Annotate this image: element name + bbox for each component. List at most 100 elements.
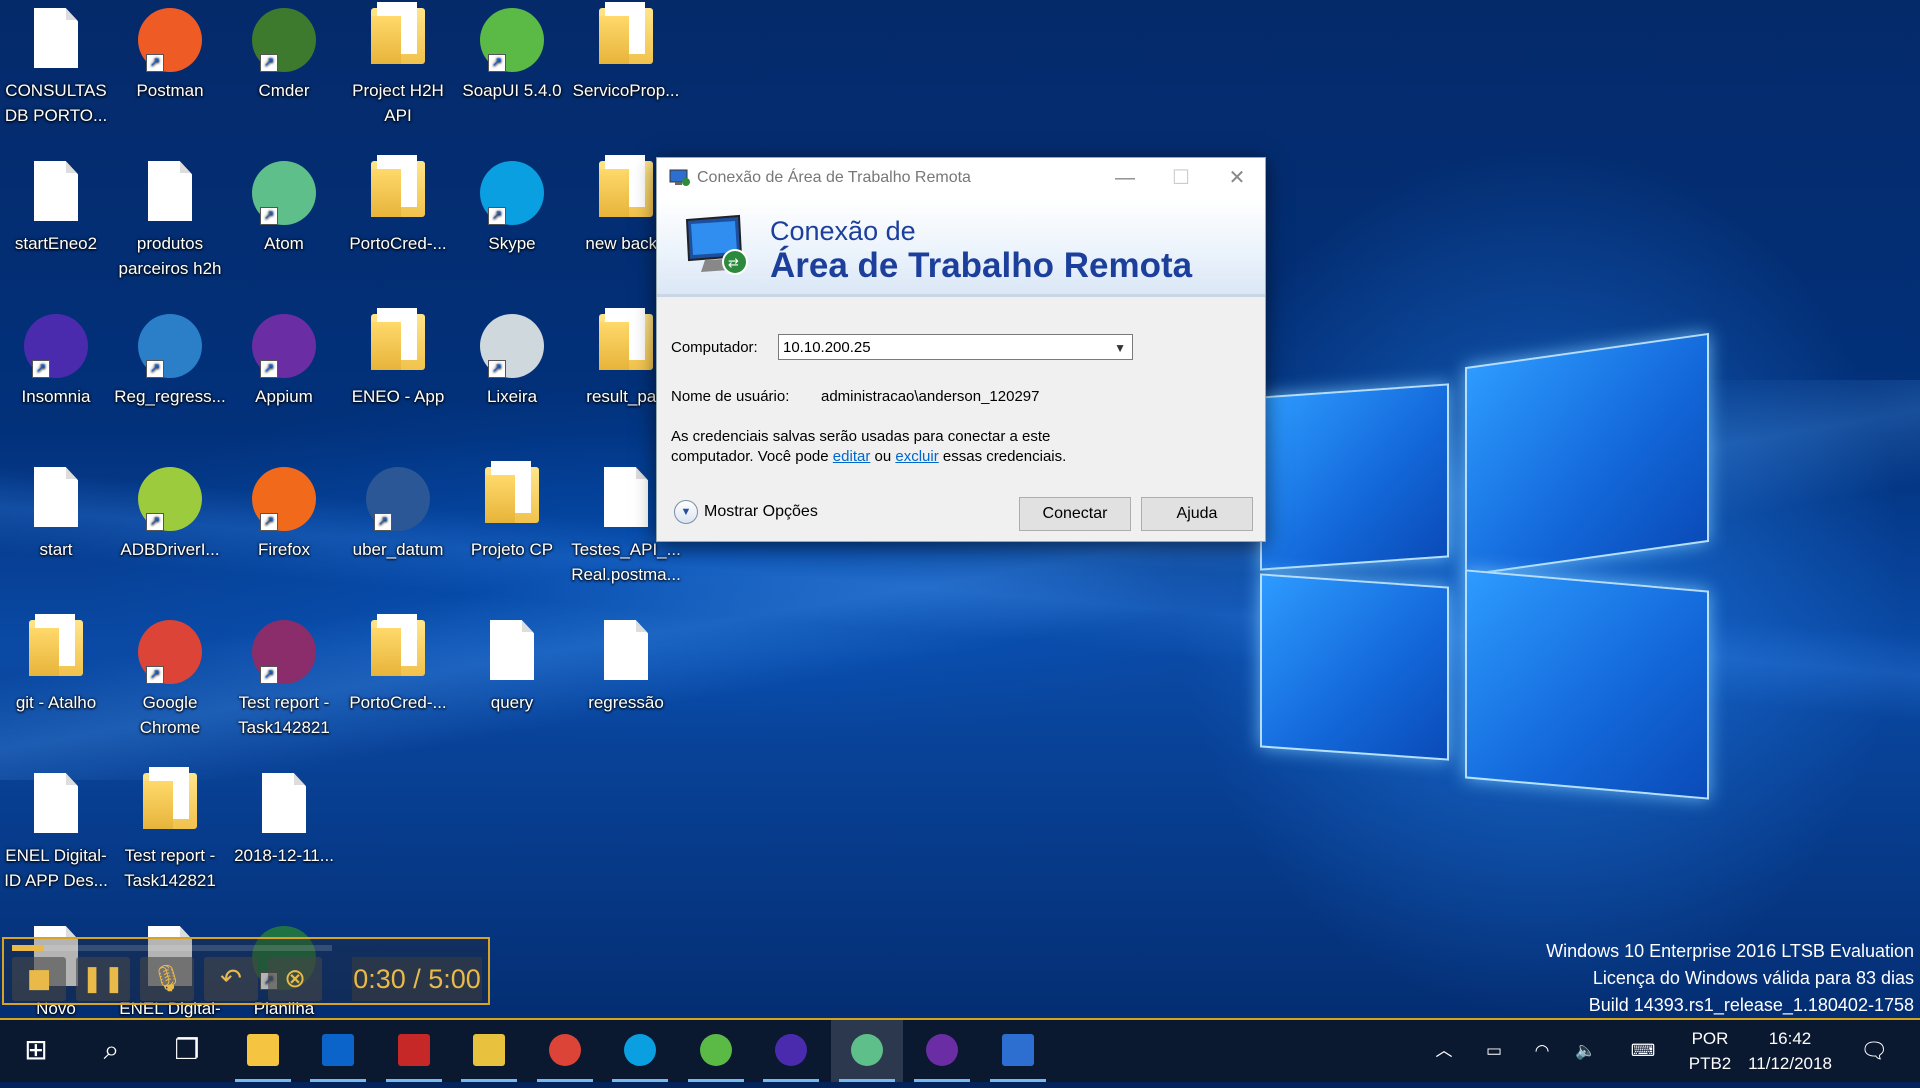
pause-button[interactable]: ❚❚ <box>76 957 130 1001</box>
battery-icon[interactable]: ▭ <box>1476 1020 1512 1082</box>
desktop-icon[interactable]: ↗ Postman <box>114 4 226 103</box>
document-icon <box>24 161 88 225</box>
chrome-icon <box>548 1034 581 1066</box>
desktop-icon[interactable]: ↗ Lixeira <box>456 310 568 409</box>
minimize-button[interactable]: — <box>1097 162 1153 194</box>
shortcut-arrow-icon: ↗ <box>260 666 278 684</box>
desktop-icon[interactable]: query <box>456 616 568 715</box>
taskbar-button[interactable]: ❐ <box>151 1020 223 1082</box>
desktop-icon[interactable]: start <box>0 463 112 562</box>
desktop-icon[interactable]: ServicoProp... <box>570 2 682 103</box>
desktop-icon[interactable]: Project H2H API <box>342 2 454 128</box>
desktop-icon[interactable]: ↗ Cmder <box>228 4 340 103</box>
desktop-icon[interactable]: ↗ Atom <box>228 157 340 256</box>
maximize-button[interactable]: ☐ <box>1153 162 1209 194</box>
computer-label: Computador: <box>671 339 758 356</box>
document-icon <box>594 620 658 684</box>
desktop-icon[interactable]: ENEL Digital- ID APP Des... <box>0 769 112 893</box>
desktop-icon-label: startEneo2 <box>14 234 98 253</box>
desktop-icon[interactable]: CONSULTAS DB PORTO... <box>0 4 112 128</box>
taskbar-button[interactable] <box>227 1020 299 1082</box>
taskbar-button[interactable] <box>906 1020 978 1082</box>
desktop-icon-label: uber_datum <box>352 540 444 559</box>
running-indicator <box>914 1079 970 1082</box>
app-icon: ↗ <box>24 314 88 378</box>
app-icon: ↗ <box>252 467 316 531</box>
desktop-icon[interactable]: ↗ Test report - Task142821 <box>228 616 340 740</box>
desktop-icon[interactable]: Projeto CP <box>456 461 568 562</box>
network-icon[interactable]: ◠ <box>1524 1020 1560 1082</box>
edit-credentials-link[interactable]: editar <box>833 448 871 465</box>
shortcut-arrow-icon: ↗ <box>260 360 278 378</box>
insomnia-icon <box>775 1034 807 1066</box>
desktop-icon[interactable]: Test report - Task142821 <box>114 767 226 893</box>
taskbar-button[interactable] <box>529 1020 601 1082</box>
shortcut-arrow-icon: ↗ <box>488 54 506 72</box>
desktop-icon-label: PortoCred-... <box>349 234 447 253</box>
app-icon: ↗ <box>138 314 202 378</box>
keyboard-icon[interactable]: ⌨ <box>1620 1020 1666 1082</box>
desktop-icon[interactable]: ↗ Reg_regress... <box>114 310 226 409</box>
desktop-icon-label: 2018-12-11... <box>234 846 334 865</box>
shortcut-arrow-icon: ↗ <box>260 513 278 531</box>
taskbar-button[interactable] <box>982 1020 1054 1082</box>
desktop-icon-label: ENEO - App <box>351 387 445 406</box>
taskbar-button[interactable] <box>604 1020 676 1082</box>
desktop-icon-label: git - Atalho <box>15 693 97 712</box>
recording-progress-bar <box>12 945 332 951</box>
desktop-icon[interactable]: ↗ Google Chrome <box>114 616 226 740</box>
stop-record-button[interactable]: ■ <box>12 957 66 1001</box>
taskbar-button[interactable] <box>755 1020 827 1082</box>
language-line-2: PTB2 <box>1688 1054 1732 1073</box>
desktop-icon[interactable]: ↗ Skype <box>456 157 568 256</box>
microphone-button[interactable]: 🎙 <box>140 957 194 1001</box>
desktop-icon[interactable]: ↗ ADBDriverI... <box>114 463 226 562</box>
taskbar-button[interactable] <box>302 1020 374 1082</box>
desktop-icon[interactable]: produtos parceiros h2h <box>114 157 226 281</box>
app-icon: ↗ <box>252 314 316 378</box>
atom-icon <box>850 1034 883 1066</box>
cancel-record-button[interactable]: ⊗ <box>268 957 322 1001</box>
desktop-icon[interactable]: ENEO - App <box>342 308 454 409</box>
desktop-icon-label: Cmder <box>258 81 310 100</box>
close-button[interactable]: ✕ <box>1209 162 1265 194</box>
desktop-icon[interactable]: 2018-12-11... <box>228 769 340 868</box>
taskbar-button[interactable]: ⌕ <box>76 1020 148 1082</box>
info-text-2: computador. Você pode <box>671 448 829 465</box>
desktop-icon-label: Test report - Task142821 <box>238 693 330 737</box>
taskbar-button[interactable] <box>378 1020 450 1082</box>
computer-combobox[interactable]: 10.10.200.25 ▼ <box>778 334 1133 360</box>
desktop-icon[interactable]: git - Atalho <box>0 614 112 715</box>
taskbar-button[interactable] <box>830 1020 903 1082</box>
clock[interactable]: 16:42 11/12/2018 <box>1740 1020 1840 1088</box>
delete-credentials-link[interactable]: excluir <box>895 448 938 465</box>
app-icon: ↗ <box>252 161 316 225</box>
taskbar-button[interactable]: ⊞ <box>0 1020 72 1082</box>
clock-time: 16:42 <box>1768 1029 1812 1048</box>
notifications-icon[interactable]: 🗨 <box>1848 1020 1900 1082</box>
desktop-icon[interactable]: regressão <box>570 616 682 715</box>
connect-button[interactable]: Conectar <box>1019 497 1131 531</box>
desktop-icon[interactable]: startEneo2 <box>0 157 112 256</box>
dialog-titlebar[interactable]: Conexão de Área de Trabalho Remota — ☐ ✕ <box>657 158 1265 198</box>
desktop-icon[interactable]: ↗ Insomnia <box>0 310 112 409</box>
volume-icon[interactable]: 🔈 <box>1568 1020 1604 1082</box>
desktop-icon-label: Test report - Task142821 <box>124 846 216 890</box>
taskbar-button[interactable] <box>453 1020 525 1082</box>
desktop-icon[interactable]: PortoCred-... <box>342 155 454 256</box>
show-options-toggle[interactable]: ▼ Mostrar Opções <box>674 500 818 524</box>
desktop-icon[interactable]: ↗ uber_datum <box>342 463 454 562</box>
banner-line-1: Conexão de <box>770 216 916 246</box>
desktop-icon[interactable]: PortoCred-... <box>342 614 454 715</box>
language-indicator[interactable]: POR PTB2 <box>1680 1020 1740 1088</box>
desktop-icon-label: Atom <box>264 234 304 253</box>
taskbar-button[interactable] <box>680 1020 752 1082</box>
expand-arrow-icon[interactable]: ▼ <box>674 500 698 524</box>
tray-overflow-icon[interactable]: ︿ <box>1424 1020 1464 1082</box>
desktop-icon[interactable]: ↗ SoapUI 5.4.0 <box>456 4 568 103</box>
undo-button[interactable]: ↶ <box>204 957 258 1001</box>
help-button[interactable]: Ajuda <box>1141 497 1253 531</box>
chevron-down-icon[interactable]: ▼ <box>1114 335 1126 361</box>
desktop-icon[interactable]: ↗ Appium <box>228 310 340 409</box>
desktop-icon[interactable]: ↗ Firefox <box>228 463 340 562</box>
